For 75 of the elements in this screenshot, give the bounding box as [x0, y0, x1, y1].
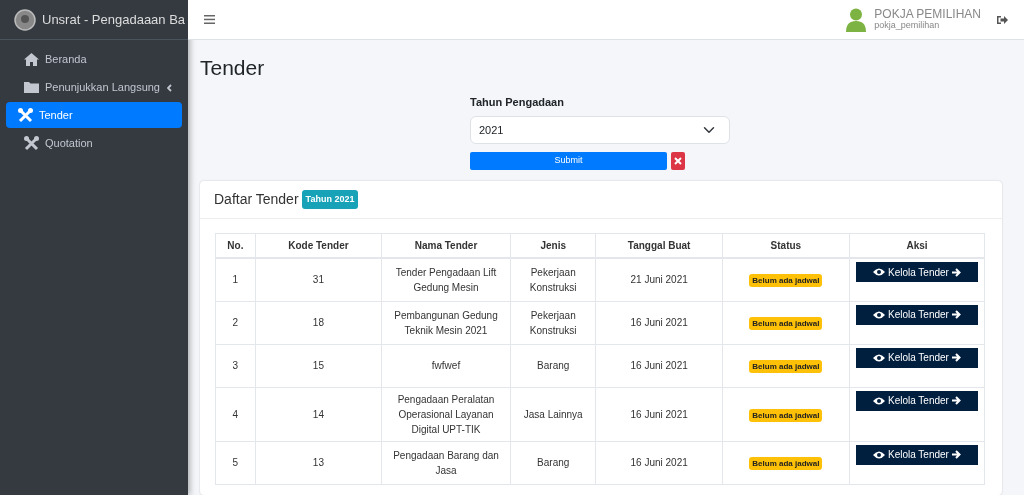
year-badge: Tahun 2021 [301, 189, 359, 210]
arrow-right-icon [951, 450, 961, 459]
eye-icon [872, 396, 885, 405]
field-label: Tahun Pengadaan [470, 94, 565, 110]
table-cell: Pekerjaan Konstruksi [510, 301, 596, 344]
arrow-right-icon [951, 267, 961, 277]
menu-icon[interactable] [204, 15, 215, 24]
table-cell: 18 [255, 301, 382, 344]
table-cell: fwfwef [381, 344, 511, 387]
table-cell: Barang [510, 344, 596, 387]
table-cell: 16 Juni 2021 [595, 387, 723, 441]
arrow-right-icon [951, 353, 961, 362]
table-cell: Pembangunan Gedung Teknik Mesin 2021 [381, 301, 511, 344]
manage-button[interactable]: Kelola Tender [855, 304, 978, 325]
brand-title: Unsrat - Pengadaaan Ba [42, 10, 186, 29]
status-badge: Belum ada jadwal [749, 457, 823, 470]
column-header: Nama Tender [381, 233, 511, 258]
table-cell: 15 [255, 344, 382, 387]
user-username: pokja_pemilihan [874, 21, 941, 32]
column-header: Aksi [849, 233, 985, 258]
table-cell: 14 [255, 387, 382, 441]
sidebar-item[interactable]: Tender [6, 102, 182, 128]
table-cell: 16 Juni 2021 [595, 301, 723, 344]
eye-icon [872, 353, 885, 362]
table-cell: Tender Pengadaan Lift Gedung Mesin [381, 258, 511, 301]
clear-button[interactable] [671, 152, 685, 170]
table-cell: 31 [255, 258, 382, 301]
user-avatar-icon [846, 7, 867, 32]
status-badge: Belum ada jadwal [749, 408, 823, 422]
eye-icon [872, 268, 885, 276]
logo-icon [14, 8, 36, 31]
submit-button[interactable]: Submit [470, 152, 667, 170]
tools-icon [24, 135, 39, 151]
status-badge: Belum ada jadwal [749, 360, 823, 373]
home-icon [24, 52, 39, 66]
manage-button[interactable]: Kelola Tender [855, 390, 978, 411]
manage-button[interactable]: Kelola Tender [855, 347, 978, 368]
table-cell: Pekerjaan Konstruksi [510, 258, 596, 301]
column-header: No. [215, 233, 256, 258]
sidebar-item[interactable]: Beranda [6, 46, 182, 72]
table-cell: Pengadaan Barang dan Jasa [381, 441, 511, 484]
table-cell: 3 [215, 344, 256, 387]
tools-icon [18, 107, 33, 123]
table-cell: Pengadaan Peralatan Operasional Layanan Digital UPT-TIK [381, 387, 511, 441]
page-title: Tender [200, 55, 266, 81]
status-badge: Belum ada jadwal [749, 274, 823, 288]
card-title: Daftar Tender [214, 190, 299, 209]
eye-icon [872, 450, 885, 459]
logout-icon[interactable] [997, 14, 1008, 25]
arrow-right-icon [951, 310, 961, 319]
column-header: Status [722, 233, 850, 258]
column-header: Kode Tender [255, 233, 382, 258]
year-select[interactable]: 2021 [470, 116, 730, 144]
table-cell: 5 [215, 441, 256, 484]
table-cell: 4 [215, 387, 256, 441]
status-badge: Belum ada jadwal [749, 317, 823, 330]
table-cell: 16 Juni 2021 [595, 344, 723, 387]
manage-button[interactable]: Kelola Tender [855, 262, 978, 282]
table-cell: 21 Juni 2021 [595, 258, 723, 301]
arrow-right-icon [951, 396, 961, 405]
table-cell: 1 [215, 258, 256, 301]
close-icon [674, 157, 682, 165]
manage-button[interactable]: Kelola Tender [855, 444, 978, 465]
user-name: POKJA PEMILIHAN [874, 7, 981, 21]
table-cell: Barang [510, 441, 596, 484]
column-header: Tanggal Buat [595, 233, 723, 258]
table-cell: 16 Juni 2021 [595, 441, 723, 484]
table-cell: 13 [255, 441, 382, 484]
sidebar-item[interactable]: Penunjukkan Langsung [6, 74, 182, 100]
eye-icon [872, 310, 885, 319]
table-cell: 2 [215, 301, 256, 344]
column-header: Jenis [510, 233, 596, 258]
table-cell: Jasa Lainnya [510, 387, 596, 441]
folder-icon [24, 81, 39, 93]
sidebar-item[interactable]: Quotation [6, 130, 182, 156]
